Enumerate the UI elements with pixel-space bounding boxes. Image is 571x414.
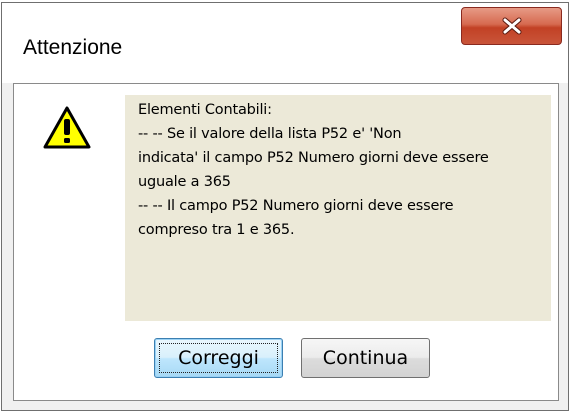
message-line: -- -- Se il valore della lista P52 e' 'N… (138, 126, 402, 142)
warning-icon (42, 105, 92, 155)
title-bar[interactable]: Attenzione (2, 3, 568, 83)
continua-label: Continua (322, 347, 409, 369)
message-line: indicata' il campo P52 Numero giorni dev… (138, 150, 489, 166)
correggi-button[interactable]: Correggi (154, 338, 283, 378)
dialog-title: Attenzione (23, 36, 123, 59)
continua-button[interactable]: Continua (301, 338, 430, 378)
message-line: compreso tra 1 e 365. (138, 222, 295, 238)
dialog-body: Elementi Contabili: -- -- Se il valore d… (13, 83, 559, 401)
dialog-window: Attenzione Elementi Contabili: -- -- Se … (1, 2, 569, 411)
message-text: Elementi Contabili: -- -- Se il valore d… (138, 98, 554, 242)
close-icon (501, 17, 523, 35)
message-line: -- -- Il campo P52 Numero giorni deve es… (138, 198, 454, 214)
message-line: Elementi Contabili: (138, 102, 272, 118)
message-line: uguale a 365 (138, 174, 231, 190)
focus-rect (159, 343, 278, 373)
close-button[interactable] (461, 7, 562, 45)
